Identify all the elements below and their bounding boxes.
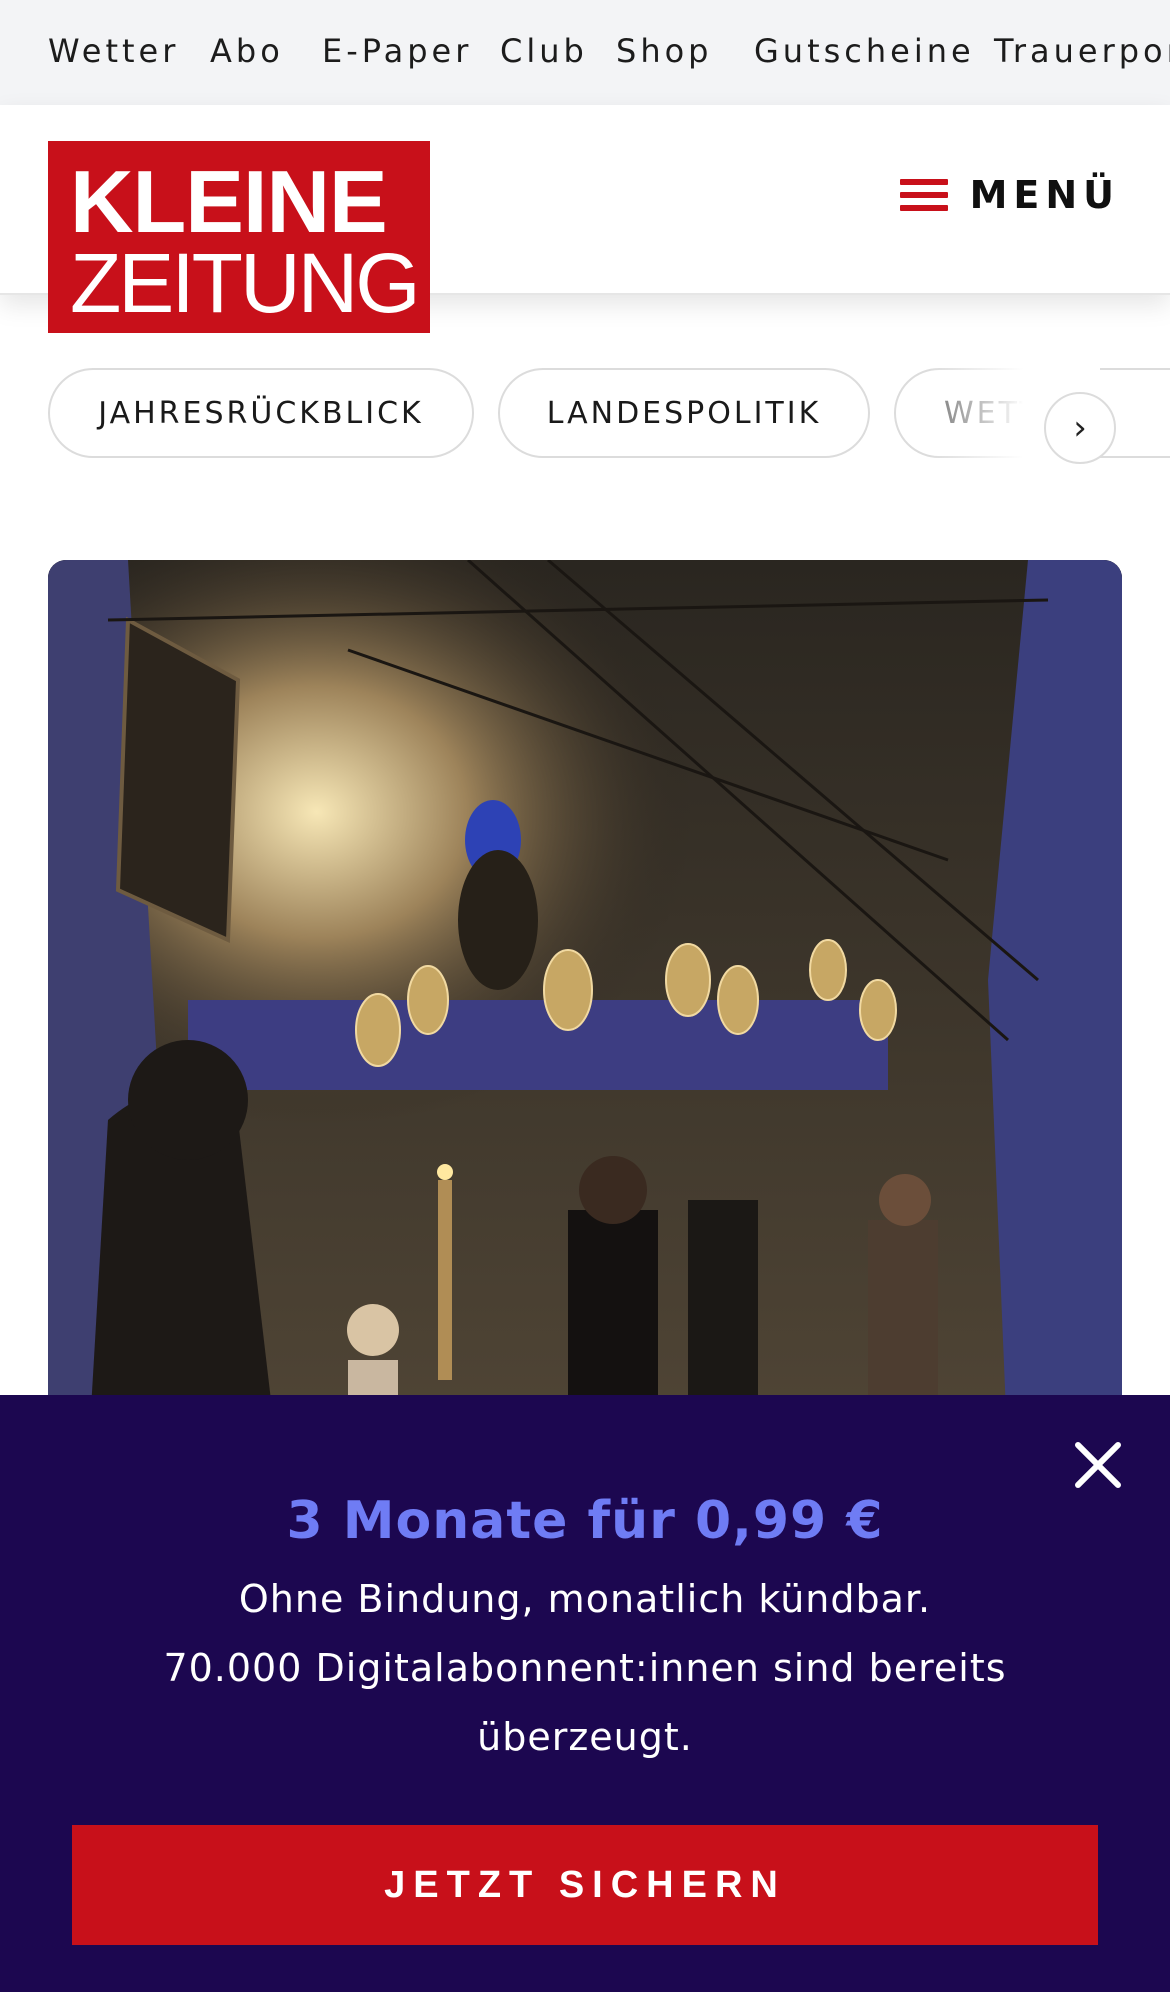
subscribe-button[interactable]: JETZT SICHERN bbox=[72, 1825, 1098, 1945]
chip-next-button[interactable]: › bbox=[1044, 392, 1116, 464]
logo-text-line2: ZEITUNG bbox=[70, 236, 421, 330]
hamburger-icon bbox=[900, 177, 948, 213]
topnav-item-epaper[interactable]: E-Paper bbox=[322, 32, 472, 70]
chevron-right-icon: › bbox=[1073, 408, 1087, 448]
logo-text-line1: KLEINE bbox=[70, 152, 388, 251]
menu-label: MENÜ bbox=[969, 173, 1120, 217]
site-header: KLEINE ZEITUNG MENÜ bbox=[0, 105, 1170, 333]
offer-title: 3 Monate für 0,99 € bbox=[286, 1491, 884, 1551]
topnav-item-gutscheine[interactable]: Gutscheine bbox=[754, 32, 975, 70]
topnav-item-wetter[interactable]: Wetter bbox=[48, 32, 179, 70]
close-button[interactable] bbox=[1070, 1437, 1126, 1493]
offer-line-2: 70.000 Digitalabonnent:innen sind bereit… bbox=[163, 1646, 1007, 1759]
chip-jahresrueckblick[interactable]: JAHRESRÜCKBLICK bbox=[48, 368, 474, 458]
topnav-item-shop[interactable]: Shop bbox=[616, 32, 712, 70]
offer-description: Ohne Bindung, monatlich kündbar. 70.000 … bbox=[150, 1565, 1020, 1772]
menu-button[interactable]: MENÜ bbox=[900, 165, 1120, 225]
hero-image[interactable] bbox=[48, 560, 1122, 1460]
site-logo[interactable]: KLEINE ZEITUNG bbox=[48, 141, 430, 333]
topnav-item-trauerportal[interactable]: Trauerportal bbox=[994, 32, 1170, 70]
top-nav: Wetter Abo E-Paper Club Shop Gutscheine … bbox=[0, 0, 1170, 105]
offer-line-1: Ohne Bindung, monatlich kündbar. bbox=[238, 1577, 932, 1621]
chip-landespolitik[interactable]: LANDESPOLITIK bbox=[498, 368, 870, 458]
topnav-item-club[interactable]: Club bbox=[500, 32, 588, 70]
topnav-item-abo[interactable]: Abo bbox=[210, 32, 284, 70]
subscription-banner: 3 Monate für 0,99 € Ohne Bindung, monatl… bbox=[0, 1395, 1170, 1992]
category-chips: JAHRESRÜCKBLICK LANDESPOLITIK WETTER bbox=[0, 368, 1170, 458]
hero-illustration bbox=[48, 560, 1122, 1460]
close-icon bbox=[1075, 1442, 1121, 1488]
